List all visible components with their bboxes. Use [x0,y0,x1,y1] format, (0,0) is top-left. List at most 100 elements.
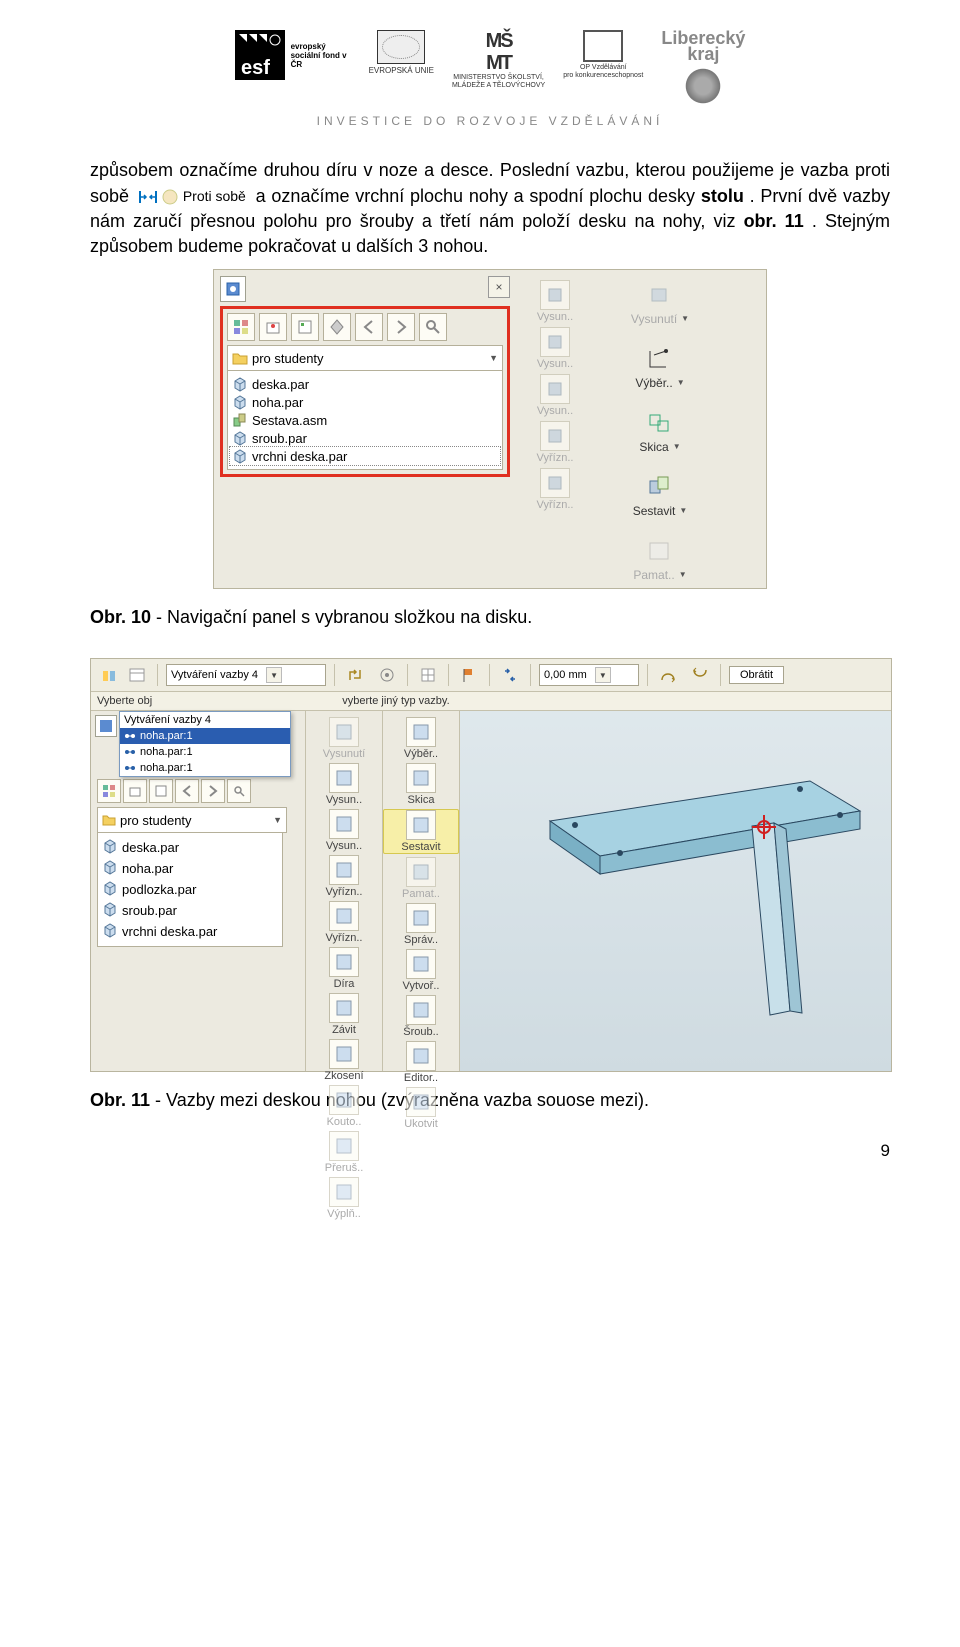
figure-10: × pro studenty ▼ deska.parnoha.par [213,269,767,589]
toolbar-icon[interactable] [259,313,287,341]
forward-icon[interactable] [387,313,415,341]
file-row[interactable]: vrchni deska.par [100,921,280,942]
tool-button[interactable]: Vyřízn.. [306,855,382,898]
tool-button[interactable]: Šroub.. [383,995,459,1038]
back-icon[interactable] [175,779,199,803]
combo-label: Vytváření vazby 4 [171,669,258,681]
file-row[interactable]: deska.par [100,837,280,858]
chevron-down-icon[interactable]: ▼ [266,667,282,683]
search-icon[interactable] [419,313,447,341]
dropdown-item[interactable]: noha.par:1 [120,728,290,744]
flag-icon[interactable] [457,663,481,687]
lock-icon[interactable] [498,663,522,687]
figure-11: Vytváření vazby 4 ▼ 0,00 mm ▼ Obrátit [90,658,892,1072]
file-row[interactable]: Sestava.asm [230,411,500,429]
axial-icon [124,763,136,773]
dropdown-item[interactable]: noha.par:1 [120,744,290,760]
file-row[interactable]: noha.par [230,393,500,411]
tool-button[interactable]: Vytvoř.. [383,949,459,992]
tool-button[interactable]: Editor.. [383,1041,459,1084]
forward-icon[interactable] [201,779,225,803]
file-row[interactable]: sroub.par [230,429,500,447]
toolbar-icon[interactable] [656,663,680,687]
toolbar-icon[interactable] [149,779,173,803]
file-row[interactable]: podlozka.par [100,879,280,900]
toolbar-icon[interactable] [227,313,255,341]
p2: a označíme vrchní plochu nohy a spodní p… [256,186,701,206]
search-icon[interactable] [227,779,251,803]
constraint-combo[interactable]: Vytváření vazby 4 ▼ [166,664,326,686]
part-icon [232,376,248,392]
toolbar-icon[interactable] [97,779,121,803]
caption-11-rest: - Vazby mezi deskou nohou (zvýrazněna va… [150,1090,649,1110]
arrows-opposing-icon [139,188,157,206]
tool-button: Pamat.. [383,857,459,900]
file-row[interactable]: vrchni deska.par [230,447,500,465]
assembly-icon [232,412,248,428]
tool-button: Přeruš.. [306,1131,382,1174]
toolbar-icon[interactable] [97,663,121,687]
toolbar-icon[interactable] [323,313,351,341]
dropdown-item[interactable]: noha.par:1 [120,760,290,776]
tool-button[interactable]: Skica [383,763,459,806]
msmt-line2: MLÁDEŽE A TĚLOVÝCHOVY [452,82,545,90]
chevron-down-icon: ▼ [677,378,685,387]
tool-button[interactable]: Díra [306,947,382,990]
tool-button[interactable]: Vysun.. [306,809,382,852]
tool-button[interactable]: Vysun.. [520,374,590,417]
panel-tab-icon[interactable] [220,276,246,302]
tool-button[interactable]: Vysun.. [306,763,382,806]
tool-button[interactable]: Vyřízn.. [520,421,590,464]
toolbar-icon[interactable] [343,663,367,687]
chevron-down-icon[interactable]: ▼ [273,815,282,825]
tool-icon [406,1087,436,1117]
tool-label: Závit [332,1024,356,1036]
tool-label: Kouto.. [327,1116,362,1128]
tool-button[interactable]: Sestavit▼ [600,472,720,518]
model-canvas[interactable] [460,711,891,1071]
folder-combo[interactable]: pro studenty ▼ [227,345,503,371]
file-name: vrchni deska.par [122,924,217,939]
tool-button[interactable]: Vyřízn.. [306,901,382,944]
tool-icon [329,1131,359,1161]
tool-button[interactable]: Sestavit [383,809,459,854]
toolbar-icon[interactable] [416,663,440,687]
tool-label: Vytvoř.. [403,980,440,992]
file-list: deska.parnoha.parSestava.asmsroub.parvrc… [227,371,503,470]
tool-button[interactable]: Výběr..▼ [600,344,720,390]
file-row[interactable]: sroub.par [100,900,280,921]
tool-label: Vyřízn.. [537,499,574,511]
kraj-text: Liberecký kraj [661,30,745,62]
reverse-button[interactable]: Obrátit [729,666,784,684]
tool-button[interactable]: Závit [306,993,382,1036]
tool-label: Šroub.. [403,1026,438,1038]
tool-label: Správ.. [404,934,438,946]
toolbar-icon[interactable] [291,313,319,341]
file-row[interactable]: deska.par [230,375,500,393]
toolbar-icon[interactable] [688,663,712,687]
eu-label: EVROPSKÁ UNIE [369,66,434,75]
file-name: deska.par [252,377,309,392]
tool-button[interactable]: Vysun.. [520,327,590,370]
close-icon[interactable]: × [488,276,510,298]
toolbar-icon[interactable] [125,663,149,687]
tool-button[interactable]: Vysun.. [520,280,590,323]
tool-button[interactable]: Výběr.. [383,717,459,760]
file-row[interactable]: noha.par [100,858,280,879]
panel-tab-icon[interactable] [95,715,117,737]
tool-button[interactable]: Skica▼ [600,408,720,454]
tool-button[interactable]: Správ.. [383,903,459,946]
tool-icon [643,472,677,502]
chevron-down-icon[interactable]: ▼ [595,667,611,683]
back-icon[interactable] [355,313,383,341]
tool-button[interactable]: Zkosení [306,1039,382,1082]
folder-combo[interactable]: pro studenty ▼ [97,807,287,833]
hint-bar: Vyberte obj vyberte jiný typ vazby. [91,692,891,711]
offset-field[interactable]: 0,00 mm ▼ [539,664,639,686]
toolbar-icon[interactable] [123,779,147,803]
chevron-down-icon[interactable]: ▼ [489,353,498,363]
tool-icon [329,947,359,977]
open-dropdown[interactable]: Vytváření vazby 4 noha.par:1noha.par:1no… [119,711,291,777]
toolbar-icon[interactable] [375,663,399,687]
tool-button[interactable]: Vyřízn.. [520,468,590,511]
